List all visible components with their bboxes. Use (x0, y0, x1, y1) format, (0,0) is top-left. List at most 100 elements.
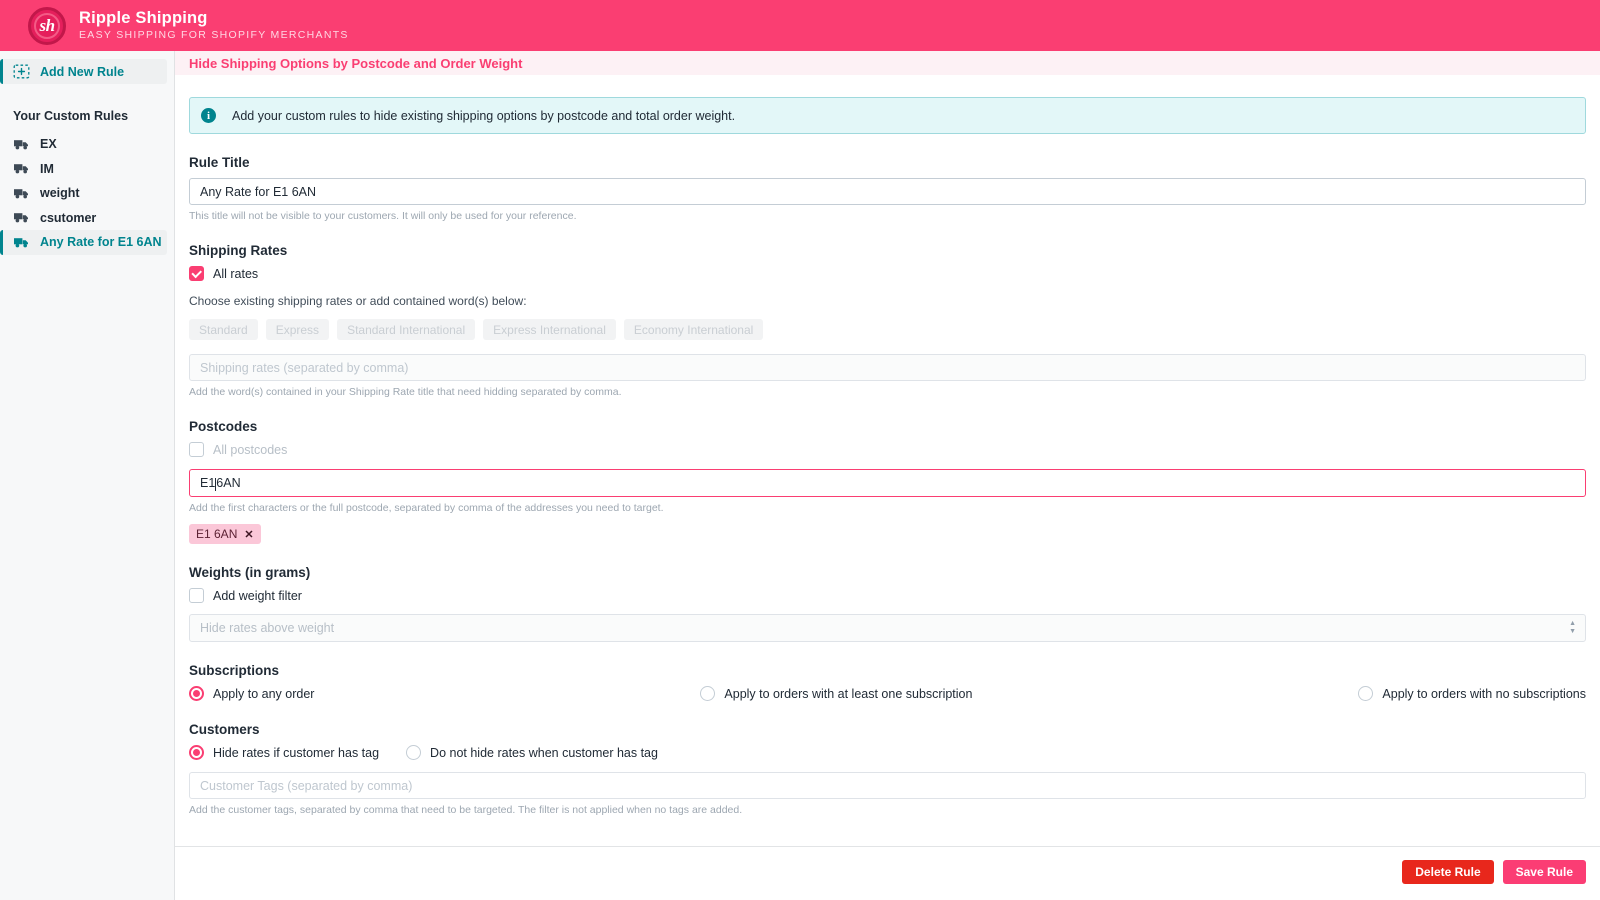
all-rates-label: All rates (213, 266, 259, 281)
page-header: Hide Shipping Options by Postcode and Or… (175, 51, 1600, 75)
all-postcodes-row[interactable]: All postcodes (189, 442, 1586, 457)
subscription-option-at-least-one[interactable]: Apply to orders with at least one subscr… (700, 686, 972, 701)
delete-rule-button[interactable]: Delete Rule (1402, 860, 1494, 884)
brand-subtitle: EASY SHIPPING FOR SHOPIFY MERCHANTS (79, 29, 349, 42)
all-postcodes-checkbox[interactable] (189, 442, 204, 457)
radio-label: Do not hide rates when customer has tag (430, 745, 658, 760)
info-icon: i (201, 108, 216, 123)
postcodes-heading: Postcodes (189, 419, 258, 434)
sidebar-item-label: Any Rate for E1 6AN (40, 235, 162, 250)
sidebar-item-label: weight (40, 186, 80, 201)
shipping-rates-placeholder: Shipping rates (separated by comma) (200, 360, 409, 375)
shipping-rates-input[interactable]: Shipping rates (separated by comma) (189, 354, 1586, 381)
truck-icon (13, 186, 30, 201)
rule-title-heading: Rule Title (189, 155, 250, 170)
sidebar-item-rule-ex[interactable]: EX (0, 132, 167, 157)
rate-option-express[interactable]: Express (265, 319, 330, 340)
radio-do-not-hide-rates[interactable] (406, 745, 422, 760)
add-weight-filter-row[interactable]: Add weight filter (189, 588, 1586, 603)
rate-option-economy-international[interactable]: Economy International (623, 319, 764, 340)
postcode-tag-label: E1 6AN (196, 527, 238, 541)
truck-icon (13, 137, 30, 152)
weights-heading: Weights (in grams) (189, 565, 311, 580)
subscription-option-any-order[interactable]: Apply to any order (189, 686, 314, 701)
subscriptions-heading: Subscriptions (189, 663, 280, 678)
sidebar-item-rule-csutomer[interactable]: csutomer (0, 206, 167, 231)
sidebar-item-rule-im[interactable]: IM (0, 157, 167, 182)
postcodes-value-tail: 6AN (216, 476, 241, 490)
radio-label: Apply to any order (213, 686, 315, 701)
ripple-shipping-logo-icon: sh (28, 6, 66, 45)
rate-option-express-international[interactable]: Express International (483, 319, 616, 340)
add-weight-filter-label: Add weight filter (213, 588, 302, 603)
sidebar: Add New Rule Your Custom Rules EX IM wei… (0, 51, 175, 900)
postcodes-helper: Add the first characters or the full pos… (189, 502, 664, 514)
info-banner: i Add your custom rules to hide existing… (189, 97, 1586, 134)
postcode-tag[interactable]: E1 6AN ✕ (189, 524, 261, 544)
chevron-updown-icon: ▲ ▼ (1569, 620, 1576, 635)
brand-title: Ripple Shipping (79, 9, 208, 28)
sidebar-item-rule-weight[interactable]: weight (0, 181, 167, 206)
radio-at-least-one-subscription[interactable] (700, 686, 716, 701)
rate-option-standard-international[interactable]: Standard International (337, 319, 476, 340)
rule-title-input[interactable]: Any Rate for E1 6AN (189, 178, 1586, 205)
customer-option-hide-if-tag[interactable]: Hide rates if customer has tag (189, 745, 379, 760)
add-weight-filter-checkbox[interactable] (189, 588, 204, 603)
rule-title-value: Any Rate for E1 6AN (200, 184, 317, 199)
sidebar-item-label: csutomer (40, 210, 97, 225)
page-title: Hide Shipping Options by Postcode and Or… (189, 55, 523, 71)
logo-monogram: sh (39, 16, 55, 35)
rule-title-helper: This title will not be visible to your c… (189, 210, 577, 222)
custom-rules-list: EX IM weight csutomer Any Rate for E1 6A… (0, 132, 174, 255)
remove-tag-icon[interactable]: ✕ (244, 528, 253, 541)
sidebar-item-label: IM (40, 161, 54, 176)
sidebar-item-label: EX (40, 137, 57, 152)
radio-label: Apply to orders with no subscriptions (1382, 686, 1586, 701)
truck-icon (13, 235, 30, 250)
shipping-rate-options: Standard Express Standard International … (189, 319, 1586, 340)
shipping-rates-helper: Add the word(s) contained in your Shippi… (189, 386, 622, 398)
save-rule-button[interactable]: Save Rule (1502, 860, 1586, 884)
app-window: sh Ripple Shipping EASY SHIPPING FOR SHO… (0, 0, 1600, 900)
customer-tags-placeholder: Customer Tags (separated by comma) (200, 778, 413, 793)
customer-tags-input[interactable]: Customer Tags (separated by comma) (189, 772, 1586, 799)
info-banner-text: Add your custom rules to hide existing s… (232, 108, 736, 123)
radio-label: Hide rates if customer has tag (213, 745, 380, 760)
weight-condition-select[interactable]: Hide rates above weight (189, 614, 1586, 642)
brand-text: Ripple Shipping EASY SHIPPING FOR SHOPIF… (79, 9, 349, 42)
all-rates-row[interactable]: All rates (189, 266, 1586, 281)
sidebar-item-add-new-rule[interactable]: Add New Rule (0, 59, 167, 84)
postcode-tag-list: E1 6AN ✕ (189, 514, 1586, 544)
sidebar-section-heading: Your Custom Rules (13, 109, 129, 123)
rate-option-standard[interactable]: Standard (189, 319, 258, 340)
main-panel: Hide Shipping Options by Postcode and Or… (175, 51, 1600, 900)
postcodes-input[interactable]: E1 6AN (189, 469, 1586, 497)
customer-option-do-not-hide[interactable]: Do not hide rates when customer has tag (406, 745, 658, 760)
radio-hide-rates-if-customer-has-tag[interactable] (189, 745, 204, 760)
sidebar-item-label: Add New Rule (40, 64, 125, 79)
truck-icon (13, 210, 30, 225)
subscription-option-no-subscriptions[interactable]: Apply to orders with no subscriptions (1358, 686, 1586, 701)
footer-actions: Delete Rule Save Rule (1402, 860, 1586, 884)
weight-condition-value: Hide rates above weight (200, 621, 335, 635)
footer-divider (175, 846, 1600, 847)
truck-icon (13, 161, 30, 176)
sidebar-item-rule-any-rate-for-e1-6an[interactable]: Any Rate for E1 6AN (0, 230, 167, 255)
radio-any-order[interactable] (189, 686, 204, 701)
radio-label: Apply to orders with at least one subscr… (724, 686, 973, 701)
form-content: i Add your custom rules to hide existing… (175, 97, 1600, 816)
add-rule-icon (13, 64, 30, 79)
weight-select-wrap: Hide rates above weight ▲ ▼ (189, 614, 1586, 642)
text-caret (215, 477, 217, 491)
customers-heading: Customers (189, 722, 260, 737)
all-rates-checkbox[interactable] (189, 266, 204, 281)
shipping-rates-heading: Shipping Rates (189, 243, 288, 258)
customer-tags-helper: Add the customer tags, separated by comm… (189, 804, 743, 816)
customers-radio-group: Hide rates if customer has tag Do not hi… (189, 745, 1586, 760)
body-layout: Add New Rule Your Custom Rules EX IM wei… (0, 51, 1600, 900)
radio-no-subscriptions[interactable] (1358, 686, 1374, 701)
subscriptions-radio-group: Apply to any order Apply to orders with … (189, 686, 1586, 701)
postcodes-value-head: E1 (200, 476, 216, 490)
all-postcodes-label: All postcodes (213, 442, 288, 457)
brand-header: sh Ripple Shipping EASY SHIPPING FOR SHO… (0, 0, 1600, 51)
